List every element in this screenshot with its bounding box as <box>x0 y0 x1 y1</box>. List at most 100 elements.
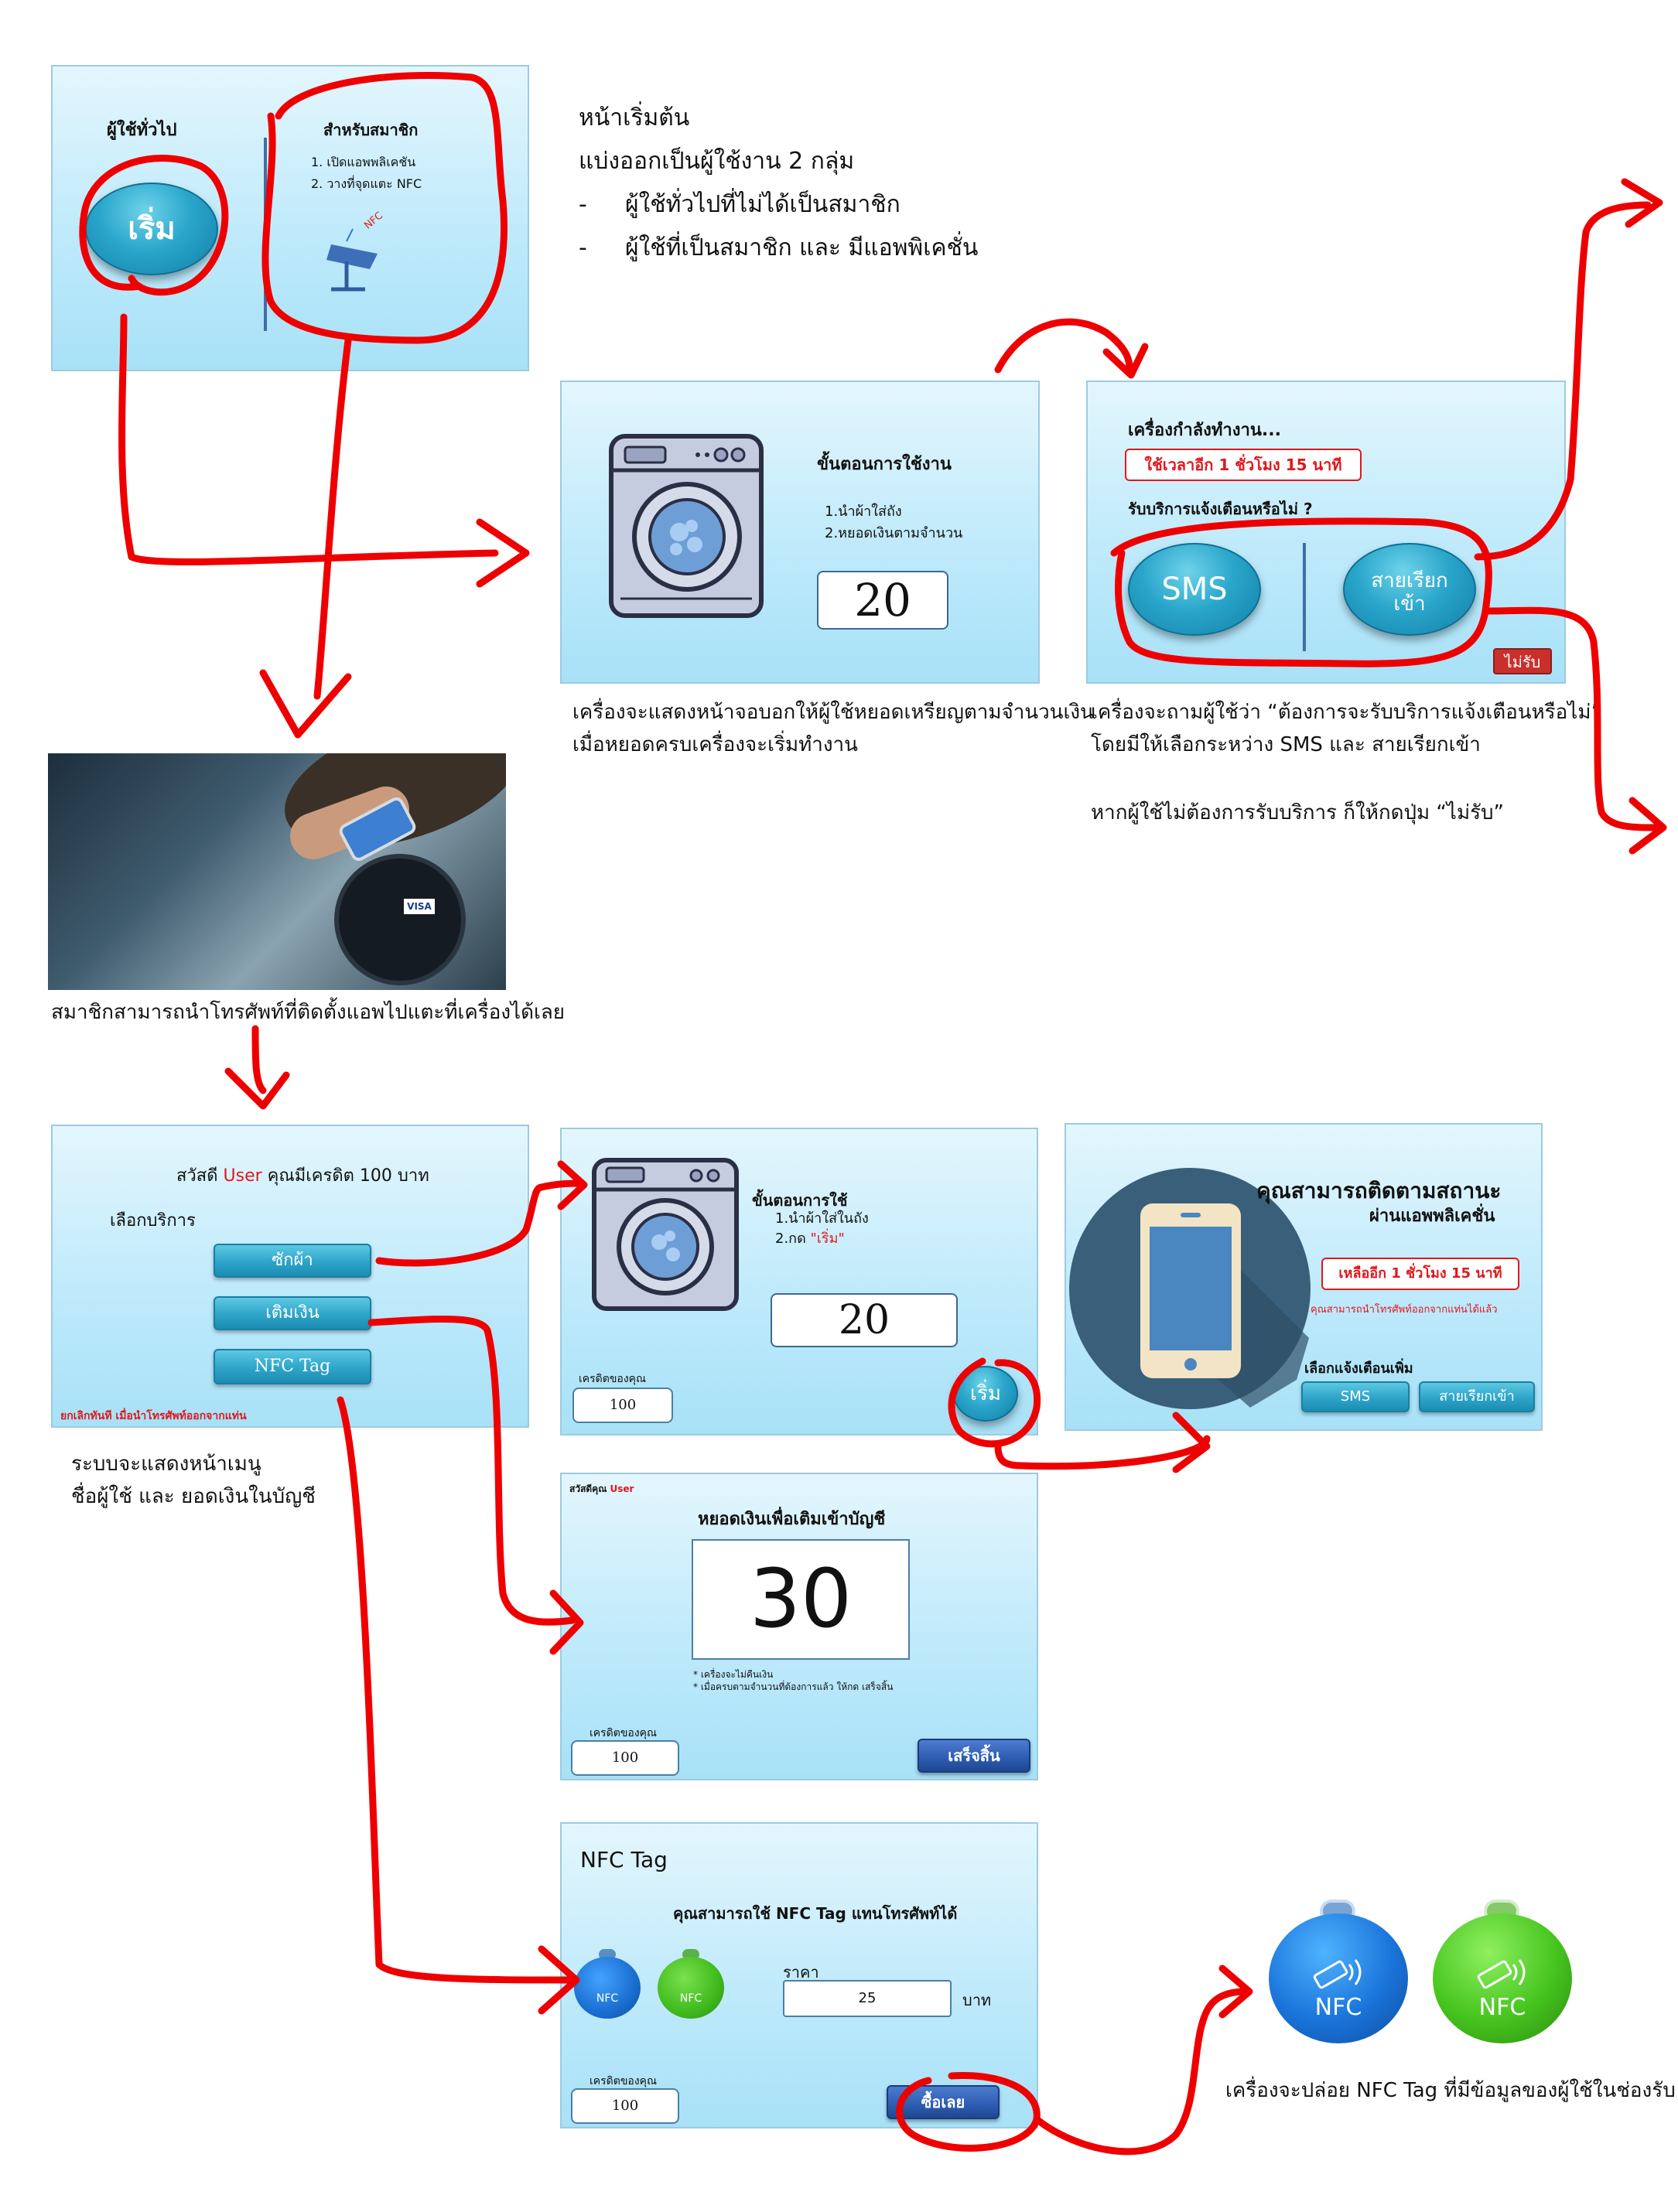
credit-label: เครดิตของคุณ <box>590 2075 658 2087</box>
button-label-line: สายเรียก <box>1371 569 1448 592</box>
annotation-arrow-to-photo <box>313 336 352 700</box>
wash-button[interactable]: ซักผ้า <box>214 1244 371 1278</box>
arrow-head <box>1628 797 1667 855</box>
caption-line: ชื่อผู้ใช้ และ ยอดเงินในบัญชี <box>71 1485 316 1508</box>
time-left-badge: ใช้เวลาอีก 1 ชั่วโมง 15 นาที <box>1125 449 1362 481</box>
incoming-call-button[interactable]: สายเรียกเข้า <box>1419 1381 1535 1412</box>
start-button[interactable]: เริ่ม <box>953 1366 1018 1422</box>
caption-line: เครื่องจะถามผู้ใช้ว่า “ต้องการจะรับบริกา… <box>1091 701 1601 724</box>
nfc-tag-button[interactable]: NFC Tag <box>214 1349 371 1384</box>
nfc-tag-green-large: NFC <box>1433 1900 1572 2043</box>
washing-machine-icon <box>592 1158 739 1311</box>
topup-amount-display: 30 <box>692 1539 910 1660</box>
incoming-call-button[interactable]: สายเรียก เข้า <box>1343 543 1476 636</box>
credit-value: 100 <box>571 1740 679 1776</box>
intro-bullet-1: - ผู้ใช้ทั่วไปที่ไม่ได้เป็นสมาชิก <box>579 183 978 227</box>
remove-phone-note: คุณสามารถนำโทรศัพท์ออกจากแท่นได้แล้ว <box>1311 1304 1498 1316</box>
tag-body: NFC <box>574 1957 641 2019</box>
step-text: 2.กด <box>775 1231 806 1247</box>
divider <box>1303 543 1306 651</box>
price-value: 25 <box>783 1980 952 2017</box>
coin-amount-display: 20 <box>817 571 948 630</box>
cancel-note: ยกเลิกทันที เมื่อนำโทรศัพท์ออกจากแท่น <box>60 1410 247 1422</box>
credit-label: เครดิตของคุณ <box>579 1373 647 1385</box>
screen-running: เครื่องกำลังทำงาน... ใช้เวลาอีก 1 ชั่วโม… <box>1086 381 1566 684</box>
notify-question: รับบริการแจ้งเตือนหรือไม่ ? <box>1128 500 1313 518</box>
done-button[interactable]: เสร็จสิ้น <box>918 1739 1030 1773</box>
decline-button[interactable]: ไม่รับ <box>1493 648 1552 674</box>
sms-button[interactable]: SMS <box>1301 1381 1410 1412</box>
screen-wash-member: ขั้นตอนการใช้ 1.นำผ้าใส่ในถัง 2.กด "เริ่… <box>560 1128 1038 1435</box>
arrow-head <box>224 1067 290 1110</box>
bullet-dash: - <box>579 234 587 261</box>
nfc-waves-icon <box>1477 1959 1526 1989</box>
tap-phone-photo: VISA <box>48 753 506 990</box>
washing-machine-icon <box>609 434 764 618</box>
divider <box>264 138 267 331</box>
bullet-text: ผู้ใช้ทั่วไปที่ไม่ได้เป็นสมาชิก <box>625 191 901 218</box>
annotation-arrow-photo-to-menu <box>251 1025 267 1094</box>
nfc-waves-icon <box>1313 1959 1362 1989</box>
arrow-head <box>1218 1965 1253 2019</box>
member-label: สำหรับสมาชิก <box>323 121 419 139</box>
wash-step-2: 2.กด "เริ่ม" <box>775 1227 845 1249</box>
button-label-line: เข้า <box>1393 592 1426 616</box>
nfc-tag-green-icon: NFC <box>658 1949 724 2019</box>
topup-note-2: * เมื่อครบตามจำนวนที่ต้องการแล้ว ให้กด เ… <box>693 1681 894 1692</box>
arrow-head <box>1621 178 1663 228</box>
nfc-title: NFC Tag <box>580 1847 668 1872</box>
screen-menu: สวัสดี User คุณมีเครดิต 100 บาท เลือกบริ… <box>51 1125 529 1428</box>
running-status: เครื่องกำลังทำงาน... <box>1128 421 1281 440</box>
pay-step-2: 2.หยอดเงินตามจำนวน <box>825 525 963 541</box>
intro-title: หน้าเริ่มต้น <box>579 104 690 131</box>
nfc-tag-blue-icon: NFC <box>574 1949 641 2019</box>
nfc-reader-icon <box>326 228 378 292</box>
topup-heading: หยอดเงินเพื่อเติมเข้าบัญชี <box>698 1510 886 1529</box>
pay-step-1: 1.นำผ้าใส่ถัง <box>825 504 902 520</box>
annotation-arrow-to-track <box>994 1435 1211 1470</box>
credit-value: 100 <box>572 1388 673 1423</box>
bullet-text: ผู้ใช้ที่เป็นสมาชิก และ มีแอพพิเคชั่น <box>625 234 979 261</box>
user-name: User <box>223 1166 262 1186</box>
screen-track: คุณสามารถติดตามสถานะ ผ่านแอพพลิเคชั่น เห… <box>1065 1123 1543 1431</box>
start-button[interactable]: เริ่ม <box>85 183 218 275</box>
intro-bullet-2: - ผู้ใช้ที่เป็นสมาชิก และ มีแอพพิเคชั่น <box>579 227 978 270</box>
screen-topup: สวัสดีคุณ User หยอดเงินเพื่อเติมเข้าบัญช… <box>560 1473 1038 1780</box>
nfc-subtitle: คุณสามารถใช้ NFC Tag แทนโทรศัพท์ได้ <box>673 1904 958 1923</box>
annotation-arrow-pay-to-run <box>994 318 1133 374</box>
pay-heading: ขั้นตอนการใช้งาน <box>817 455 952 474</box>
greeting-text: สวัสดีคุณ <box>569 1483 607 1494</box>
menu-greeting: สวัสดี User คุณมีเครดิต 100 บาท <box>176 1162 429 1189</box>
visa-logo: VISA <box>404 899 435 914</box>
menu-caption: ระบบจะแสดงหน้าเมนู ชื่อผู้ใช้ และ ยอดเงิ… <box>71 1448 316 1513</box>
greeting-text: สวัสดี <box>176 1166 218 1186</box>
nfc-result-caption: เครื่องจะปล่อย NFC Tag ที่มีข้อมูลของผู้… <box>1225 2079 1676 2102</box>
annotation-arrow-to-nfc <box>337 1396 576 1984</box>
caption-line: หากผู้ใช้ไม่ต้องการรับบริการ ก็ให้กดปุ่ม… <box>1091 801 1505 824</box>
tag-body: NFC <box>658 1957 724 2019</box>
credit-value: 100 <box>571 2088 679 2124</box>
general-user-label: ผู้ใช้ทั่วไป <box>107 121 177 140</box>
caption-line: เมื่อหยอดครบเครื่องจะเริ่มทำงาน <box>572 733 858 756</box>
user-name: User <box>610 1483 634 1494</box>
caption-line: โดยมีให้เลือกระหว่าง SMS และ สายเรียกเข้… <box>1091 733 1481 756</box>
coin-amount-display: 20 <box>771 1293 958 1347</box>
screen-pay: ขั้นตอนการใช้งาน 1.นำผ้าใส่ถัง 2.หยอดเงิ… <box>560 381 1040 684</box>
annotation-arrow-to-result <box>1033 1988 1249 2156</box>
member-step-1: 1. เปิดแอพพลิเคชัน <box>311 155 416 169</box>
running-caption: เครื่องจะถามผู้ใช้ว่า “ต้องการจะรับบริกา… <box>1091 696 1601 829</box>
buy-button[interactable]: ซื้อเลย <box>887 2085 1000 2119</box>
arrow-head <box>1102 343 1149 379</box>
topup-button[interactable]: เติมเงิน <box>214 1296 371 1330</box>
topup-greeting: สวัสดีคุณ User <box>569 1482 634 1497</box>
currency-label: บาท <box>962 1991 992 2009</box>
step-quote: "เริ่ม" <box>810 1231 845 1247</box>
card-reader <box>334 854 466 985</box>
track-title-2: ผ่านแอพพลิเคชั่น <box>1369 1207 1495 1226</box>
pay-caption: เครื่องจะแสดงหน้าจอบอกให้ผู้ใช้หยอดเหรีย… <box>572 696 1094 761</box>
screen-nfc: NFC Tag คุณสามารถใช้ NFC Tag แทนโทรศัพท์… <box>560 1822 1038 2128</box>
sms-button[interactable]: SMS <box>1128 543 1261 636</box>
member-step-2: 2. วางที่จุดแตะ NFC <box>311 176 422 191</box>
credit-text: คุณมีเครดิต 100 บาท <box>267 1166 429 1186</box>
extra-notify-label: เลือกแจ้งเตือนเพิ่ม <box>1304 1360 1413 1377</box>
